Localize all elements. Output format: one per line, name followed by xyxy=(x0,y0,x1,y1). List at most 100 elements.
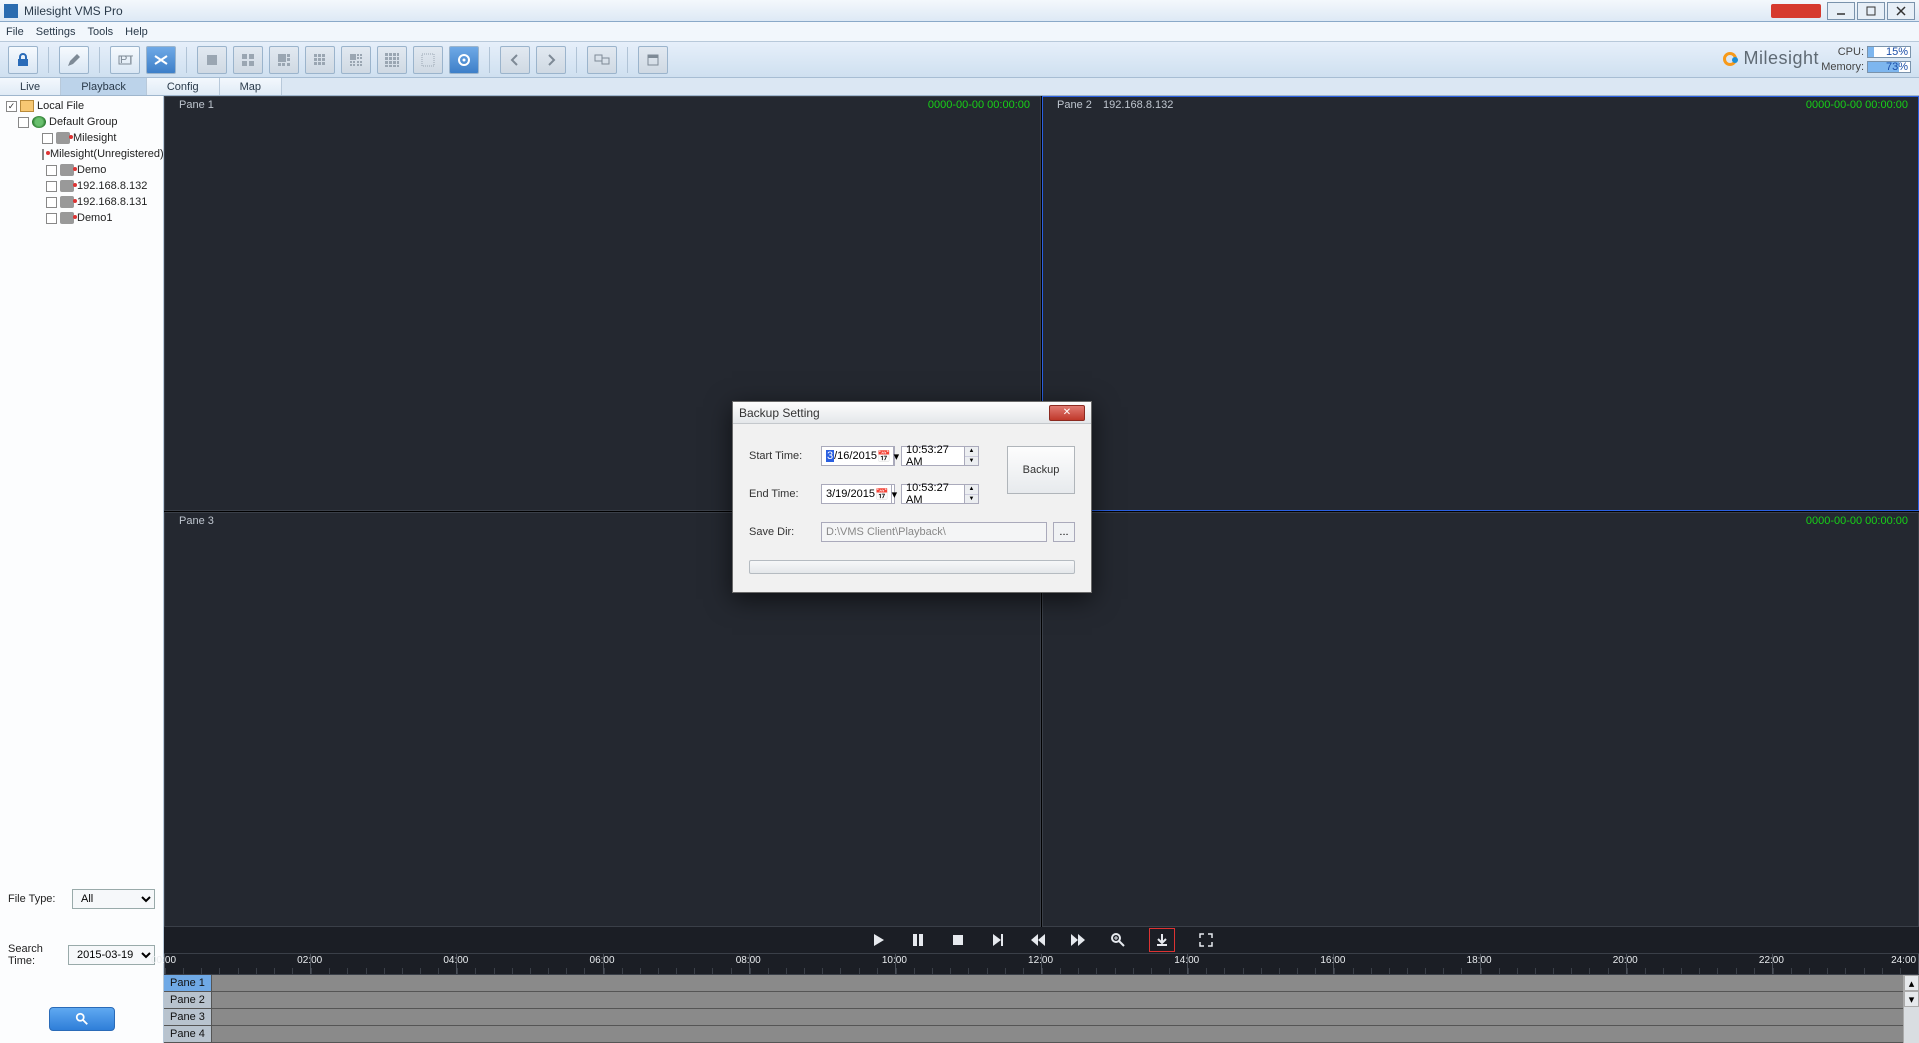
pane-row[interactable]: Pane 2 xyxy=(164,992,1903,1009)
stop-button[interactable] xyxy=(949,931,967,949)
tab-playback[interactable]: Playback xyxy=(61,78,147,95)
pane-row[interactable]: Pane 4 xyxy=(164,1026,1903,1043)
checkbox-icon[interactable] xyxy=(42,149,44,160)
dialog-close-button[interactable]: ✕ xyxy=(1049,405,1085,421)
tab-map[interactable]: Map xyxy=(220,78,282,95)
file-type-label: File Type: xyxy=(8,893,72,905)
menu-help[interactable]: Help xyxy=(125,26,148,38)
video-pane-2[interactable]: Pane 2 192.168.8.132 0000-00-00 00:00:00 xyxy=(1042,96,1919,511)
app-icon xyxy=(4,4,18,18)
checkbox-icon[interactable] xyxy=(46,213,57,224)
timeline-ruler[interactable]: 00:0002:0004:0006:0008:0010:0012:0014:00… xyxy=(164,953,1919,975)
end-time-input[interactable]: 10:53:27 AM xyxy=(901,484,965,504)
brand-icon xyxy=(1723,52,1737,66)
backup-setting-dialog: Backup Setting ✕ Start Time: 3/16/2015📅▾… xyxy=(732,401,1092,593)
ptz-button[interactable]: PTZ xyxy=(110,46,140,74)
pencil-button[interactable] xyxy=(59,46,89,74)
menu-tools[interactable]: Tools xyxy=(87,26,113,38)
tree-item[interactable]: Default Group xyxy=(2,114,161,130)
close-button[interactable] xyxy=(1887,2,1915,20)
end-time-label: End Time: xyxy=(749,488,821,500)
search-time-select[interactable]: 2015-03-19 xyxy=(68,945,155,965)
tree-item[interactable]: Milesight(Unregistered) xyxy=(2,146,161,162)
pane-timestamp: 0000-00-00 00:00:00 xyxy=(1806,515,1908,527)
pane-row[interactable]: Pane 3 xyxy=(164,1009,1903,1026)
unknown-red-indicator xyxy=(1771,4,1821,18)
pause-button[interactable] xyxy=(909,931,927,949)
tree-item[interactable]: 192.168.8.132 xyxy=(2,178,161,194)
play-button[interactable] xyxy=(869,931,887,949)
pane-row[interactable]: Pane 1 xyxy=(164,975,1903,992)
start-time-input[interactable]: 10:53:27 AM xyxy=(901,446,965,466)
dialog-title: Backup Setting xyxy=(739,406,820,420)
layout-4x4-button[interactable] xyxy=(377,46,407,74)
checkbox-icon[interactable]: ✓ xyxy=(6,101,17,112)
fast-forward-button[interactable] xyxy=(1069,931,1087,949)
download-button[interactable] xyxy=(1149,928,1175,952)
end-date-input[interactable]: 3/19/2015📅▾ xyxy=(821,484,895,504)
sidebar: ✓Local File Default Group Milesight Mile… xyxy=(0,96,164,1043)
tree-item[interactable]: Milesight xyxy=(2,130,161,146)
file-type-select[interactable]: All xyxy=(72,889,155,909)
prev-page-button[interactable] xyxy=(500,46,530,74)
calendar-icon[interactable]: 📅 xyxy=(875,487,889,501)
toolbar: PTZ Milesight CPU:15% Memory:73% xyxy=(0,42,1919,78)
checkbox-icon[interactable] xyxy=(18,117,29,128)
tree-item[interactable]: 192.168.8.131 xyxy=(2,194,161,210)
minimize-button[interactable] xyxy=(1827,2,1855,20)
calendar-icon[interactable]: 📅 xyxy=(877,449,891,463)
next-page-button[interactable] xyxy=(536,46,566,74)
layout-1plus5-button[interactable] xyxy=(269,46,299,74)
layout-1-button[interactable] xyxy=(197,46,227,74)
brand-text: Milesight xyxy=(1743,48,1819,69)
layout-2x2-button[interactable] xyxy=(233,46,263,74)
camera-icon xyxy=(60,180,74,192)
camera-icon xyxy=(60,196,74,208)
pane-source: 192.168.8.132 xyxy=(1103,99,1173,111)
search-button[interactable] xyxy=(49,1007,115,1031)
cpu-label: CPU: xyxy=(1838,46,1864,58)
menu-file[interactable]: File xyxy=(6,26,24,38)
tab-config[interactable]: Config xyxy=(147,78,220,95)
tab-live[interactable]: Live xyxy=(0,78,61,95)
scroll-down-icon[interactable]: ▾ xyxy=(1904,991,1919,1007)
scroll-up-icon[interactable]: ▴ xyxy=(1904,975,1919,991)
checkbox-icon[interactable] xyxy=(46,181,57,192)
end-time-spinner[interactable]: ▲▼ xyxy=(965,484,979,504)
zoom-button[interactable] xyxy=(1109,931,1127,949)
popup-button[interactable] xyxy=(638,46,668,74)
pane-timestamp: 0000-00-00 00:00:00 xyxy=(1806,99,1908,111)
tree-item[interactable]: Demo1 xyxy=(2,210,161,226)
layout-3x3-button[interactable] xyxy=(305,46,335,74)
savedir-input[interactable]: D:\VMS Client\Playback\ xyxy=(821,522,1047,542)
lock-button[interactable] xyxy=(8,46,38,74)
browse-button[interactable]: ... xyxy=(1053,522,1075,542)
checkbox-icon[interactable] xyxy=(46,197,57,208)
maximize-button[interactable] xyxy=(1857,2,1885,20)
tree-item[interactable]: Demo xyxy=(2,162,161,178)
svg-text:PTZ: PTZ xyxy=(120,54,133,66)
step-forward-button[interactable] xyxy=(989,931,1007,949)
layout-custom-button[interactable] xyxy=(413,46,443,74)
savedir-label: Save Dir: xyxy=(749,526,821,538)
checkbox-icon[interactable] xyxy=(42,133,53,144)
vertical-scrollbar[interactable]: ▴ ▾ xyxy=(1903,975,1919,1043)
system-stats: CPU:15% Memory:73% xyxy=(1821,44,1911,74)
expand-button[interactable] xyxy=(1197,931,1215,949)
video-pane-4[interactable]: 0000-00-00 00:00:00 xyxy=(1042,512,1919,927)
device-tree: ✓Local File Default Group Milesight Mile… xyxy=(0,96,163,640)
layout-1plus12-button[interactable] xyxy=(341,46,371,74)
menu-settings[interactable]: Settings xyxy=(36,26,76,38)
backup-button[interactable]: Backup xyxy=(1007,446,1075,494)
tree-item[interactable]: ✓Local File xyxy=(2,98,161,114)
chevron-down-icon[interactable]: ▾ xyxy=(893,447,900,465)
checkbox-icon[interactable] xyxy=(46,165,57,176)
backup-progress xyxy=(749,560,1075,574)
multi-monitor-button[interactable] xyxy=(587,46,617,74)
shuffle-button[interactable] xyxy=(146,46,176,74)
chevron-down-icon[interactable]: ▾ xyxy=(891,485,898,503)
start-date-input[interactable]: 3/16/2015📅▾ xyxy=(821,446,895,466)
rewind-button[interactable] xyxy=(1029,931,1047,949)
start-time-spinner[interactable]: ▲▼ xyxy=(965,446,979,466)
fullscreen-button[interactable] xyxy=(449,46,479,74)
